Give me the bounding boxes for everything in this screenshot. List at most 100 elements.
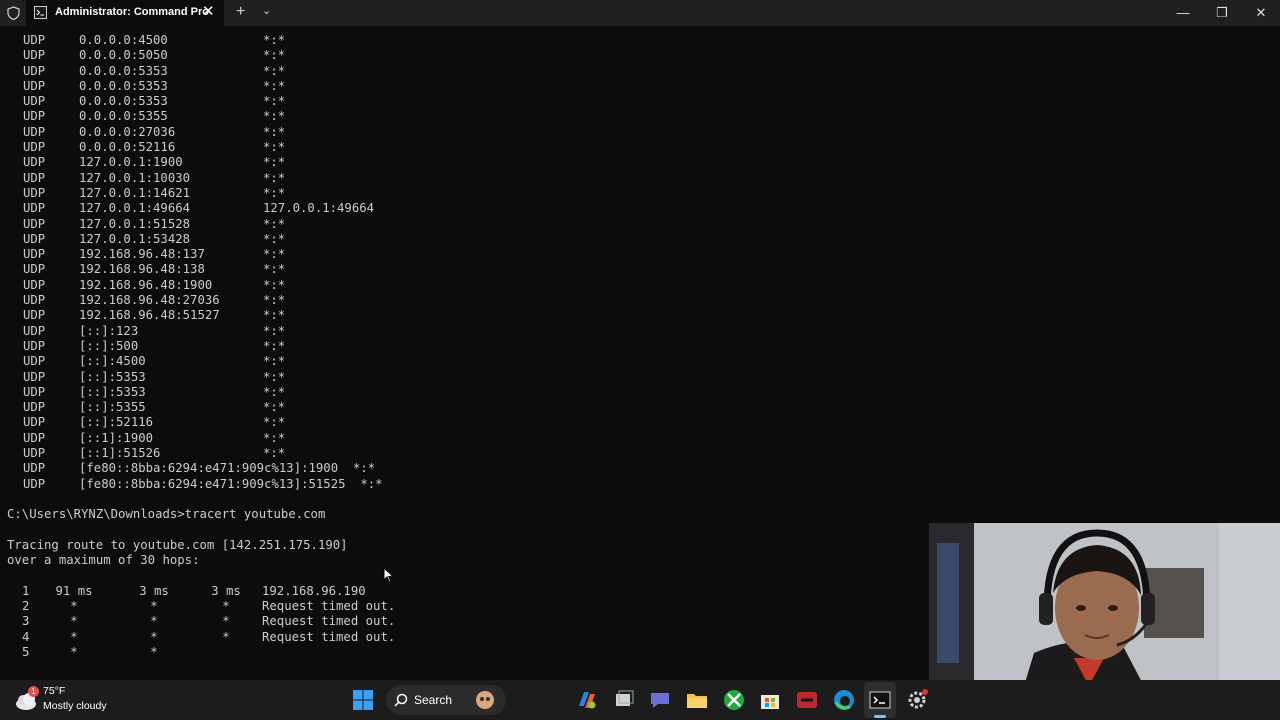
close-window-button[interactable]: ✕ bbox=[1241, 0, 1280, 26]
netstat-foreign-address: *:* bbox=[263, 140, 286, 155]
netstat-row: UDP 127.0.0.1:10030 *:* bbox=[7, 171, 907, 186]
hop-time-3: 3 ms bbox=[211, 583, 241, 598]
netstat-local-address: 0.0.0.0:5050 bbox=[79, 48, 168, 63]
copilot-icon[interactable] bbox=[575, 688, 599, 712]
weather-description: Mostly cloudy bbox=[43, 700, 107, 712]
netstat-foreign-address: *:* bbox=[263, 369, 286, 384]
tracert-hops: 1 91 ms 3 ms 3 ms 192.168.96.190 2 * * * Request … bbox=[7, 584, 907, 660]
netstat-row: UDP 0.0.0.0:5355 *:* bbox=[7, 109, 907, 124]
hop-time-3: * bbox=[222, 598, 230, 613]
new-tab-button[interactable]: + bbox=[236, 2, 245, 22]
minimize-button[interactable]: — bbox=[1163, 0, 1203, 26]
netstat-proto: UDP bbox=[23, 94, 46, 109]
netstat-local-address: 127.0.0.1:14621 bbox=[79, 185, 191, 200]
netstat-row: UDP 127.0.0.1:53428 *:* bbox=[7, 232, 907, 247]
netstat-ipv6-row: UDP [fe80::8bba:6294:e471:909c%13]:51525 … bbox=[7, 477, 907, 492]
netstat-row: UDP [::]:5355 *:* bbox=[7, 400, 907, 415]
netstat-proto: UDP bbox=[23, 293, 46, 308]
teams-chat-icon[interactable] bbox=[648, 688, 672, 712]
close-tab-icon[interactable]: ✕ bbox=[202, 3, 215, 21]
netstat-foreign-address: *:* bbox=[263, 185, 286, 200]
netstat-proto: UDP bbox=[23, 430, 46, 445]
hop-result: 192.168.96.190 bbox=[262, 583, 366, 598]
hop-result: Request timed out. bbox=[262, 598, 396, 613]
netstat-row: UDP [::]:123 *:* bbox=[7, 324, 907, 339]
microsoft-store-icon[interactable] bbox=[758, 688, 782, 712]
hop-time-2: * bbox=[150, 598, 158, 613]
netstat-row: UDP [::]:4500 *:* bbox=[7, 354, 907, 369]
netstat-foreign-address: *:* bbox=[263, 338, 286, 353]
settings-icon[interactable] bbox=[905, 688, 929, 712]
terminal-taskbar-button[interactable] bbox=[864, 682, 896, 718]
hop-time-1: * bbox=[70, 614, 78, 629]
netstat-proto: UDP bbox=[23, 446, 46, 461]
tracing-line: Tracing route to youtube.com [142.251.17… bbox=[7, 537, 348, 552]
hop-number: 3 bbox=[22, 614, 30, 629]
netstat-row: UDP 0.0.0.0:4500 *:* bbox=[7, 33, 907, 48]
netstat-foreign-address: *:* bbox=[263, 216, 286, 231]
netstat-row: UDP 127.0.0.1:1900 *:* bbox=[7, 155, 907, 170]
file-explorer-icon[interactable] bbox=[685, 688, 709, 712]
search-icon bbox=[394, 693, 408, 707]
tracert-hop-row: 4 * * * Request timed out. bbox=[7, 630, 907, 645]
netstat-proto: UDP bbox=[23, 262, 46, 277]
netstat-local-address: [::]:5355 bbox=[79, 400, 146, 415]
xbox-icon[interactable] bbox=[722, 688, 746, 712]
netstat-foreign-address: *:* bbox=[263, 155, 286, 170]
taskbar-search-box[interactable]: Search bbox=[386, 685, 506, 715]
netstat-row: UDP [::]:5353 *:* bbox=[7, 385, 907, 400]
netstat-proto: UDP bbox=[23, 201, 46, 216]
netstat-local-address: [::]:52116 bbox=[79, 415, 154, 430]
netstat-foreign-address: *:* bbox=[263, 48, 286, 63]
netstat-foreign-address: *:* bbox=[263, 124, 286, 139]
netstat-proto: UDP bbox=[23, 155, 46, 170]
netstat-local-address: 127.0.0.1:51528 bbox=[79, 216, 191, 231]
command-prompt-icon bbox=[34, 6, 47, 19]
netstat-local-address: 0.0.0.0:5355 bbox=[79, 109, 168, 124]
netstat-foreign-address: *:* bbox=[263, 323, 286, 338]
windows-start-icon[interactable] bbox=[351, 688, 375, 712]
netstat-local-address: [::]:500 bbox=[79, 338, 139, 353]
weather-temperature: 75°F bbox=[43, 685, 66, 697]
hop-time-1: * bbox=[70, 598, 78, 613]
netstat-local-address: [::1]:51526 bbox=[79, 446, 161, 461]
game-launcher-icon[interactable] bbox=[795, 688, 819, 712]
netstat-row: UDP 0.0.0.0:5353 *:* bbox=[7, 64, 907, 79]
netstat-foreign-address: *:* bbox=[263, 293, 286, 308]
netstat-row: UDP 0.0.0.0:52116 *:* bbox=[7, 140, 907, 155]
tab-command-prompt[interactable]: Administrator: Command Pro ✕ bbox=[26, 0, 224, 26]
edge-browser-icon[interactable] bbox=[832, 688, 856, 712]
netstat-list: UDP 0.0.0.0:4500 *:* UDP 0.0.0.0:5050 *:* UDP 0… bbox=[7, 33, 907, 461]
netstat-foreign-address: *:* bbox=[263, 63, 286, 78]
terminal-icon bbox=[869, 691, 891, 709]
netstat-proto: UDP bbox=[23, 384, 46, 399]
netstat-row: UDP [::]:52116 *:* bbox=[7, 415, 907, 430]
netstat-foreign-address: *:* bbox=[263, 308, 286, 323]
task-view-icon[interactable] bbox=[612, 688, 636, 712]
webcam-overlay bbox=[929, 523, 1280, 686]
netstat-row: UDP 0.0.0.0:5353 *:* bbox=[7, 94, 907, 109]
netstat-local-address: [fe80::8bba:6294:e471:909c%13]:51525 *:* bbox=[79, 476, 383, 491]
netstat-row: UDP 192.168.96.48:27036 *:* bbox=[7, 293, 907, 308]
netstat-foreign-address: *:* bbox=[263, 430, 286, 445]
hop-number: 1 bbox=[22, 583, 30, 598]
chevron-down-icon[interactable]: ⌄ bbox=[262, 4, 271, 17]
netstat-foreign-address: *:* bbox=[263, 247, 286, 262]
netstat-foreign-address: 127.0.0.1:49664 bbox=[263, 201, 375, 216]
netstat-foreign-address: *:* bbox=[263, 354, 286, 369]
netstat-local-address: 0.0.0.0:27036 bbox=[79, 124, 176, 139]
maximize-button[interactable]: ❐ bbox=[1202, 0, 1242, 26]
netstat-row: UDP 127.0.0.1:51528 *:* bbox=[7, 217, 907, 232]
netstat-row: UDP 0.0.0.0:27036 *:* bbox=[7, 125, 907, 140]
terminal-output[interactable]: UDP 0.0.0.0:4500 *:* UDP 0.0.0.0:5050 *:* UDP 0… bbox=[7, 33, 907, 660]
netstat-foreign-address: *:* bbox=[263, 170, 286, 185]
hop-time-1: * bbox=[70, 629, 78, 644]
netstat-row: UDP [::]:500 *:* bbox=[7, 339, 907, 354]
hop-time-1: * bbox=[70, 644, 78, 659]
netstat-row: UDP 192.168.96.48:51527 *:* bbox=[7, 308, 907, 323]
netstat-row: UDP [::1]:1900 *:* bbox=[7, 431, 907, 446]
netstat-proto: UDP bbox=[23, 308, 46, 323]
netstat-row: UDP 127.0.0.1:49664 127.0.0.1:49664 bbox=[7, 201, 907, 216]
netstat-proto: UDP bbox=[23, 48, 46, 63]
netstat-local-address: 0.0.0.0:5353 bbox=[79, 94, 168, 109]
